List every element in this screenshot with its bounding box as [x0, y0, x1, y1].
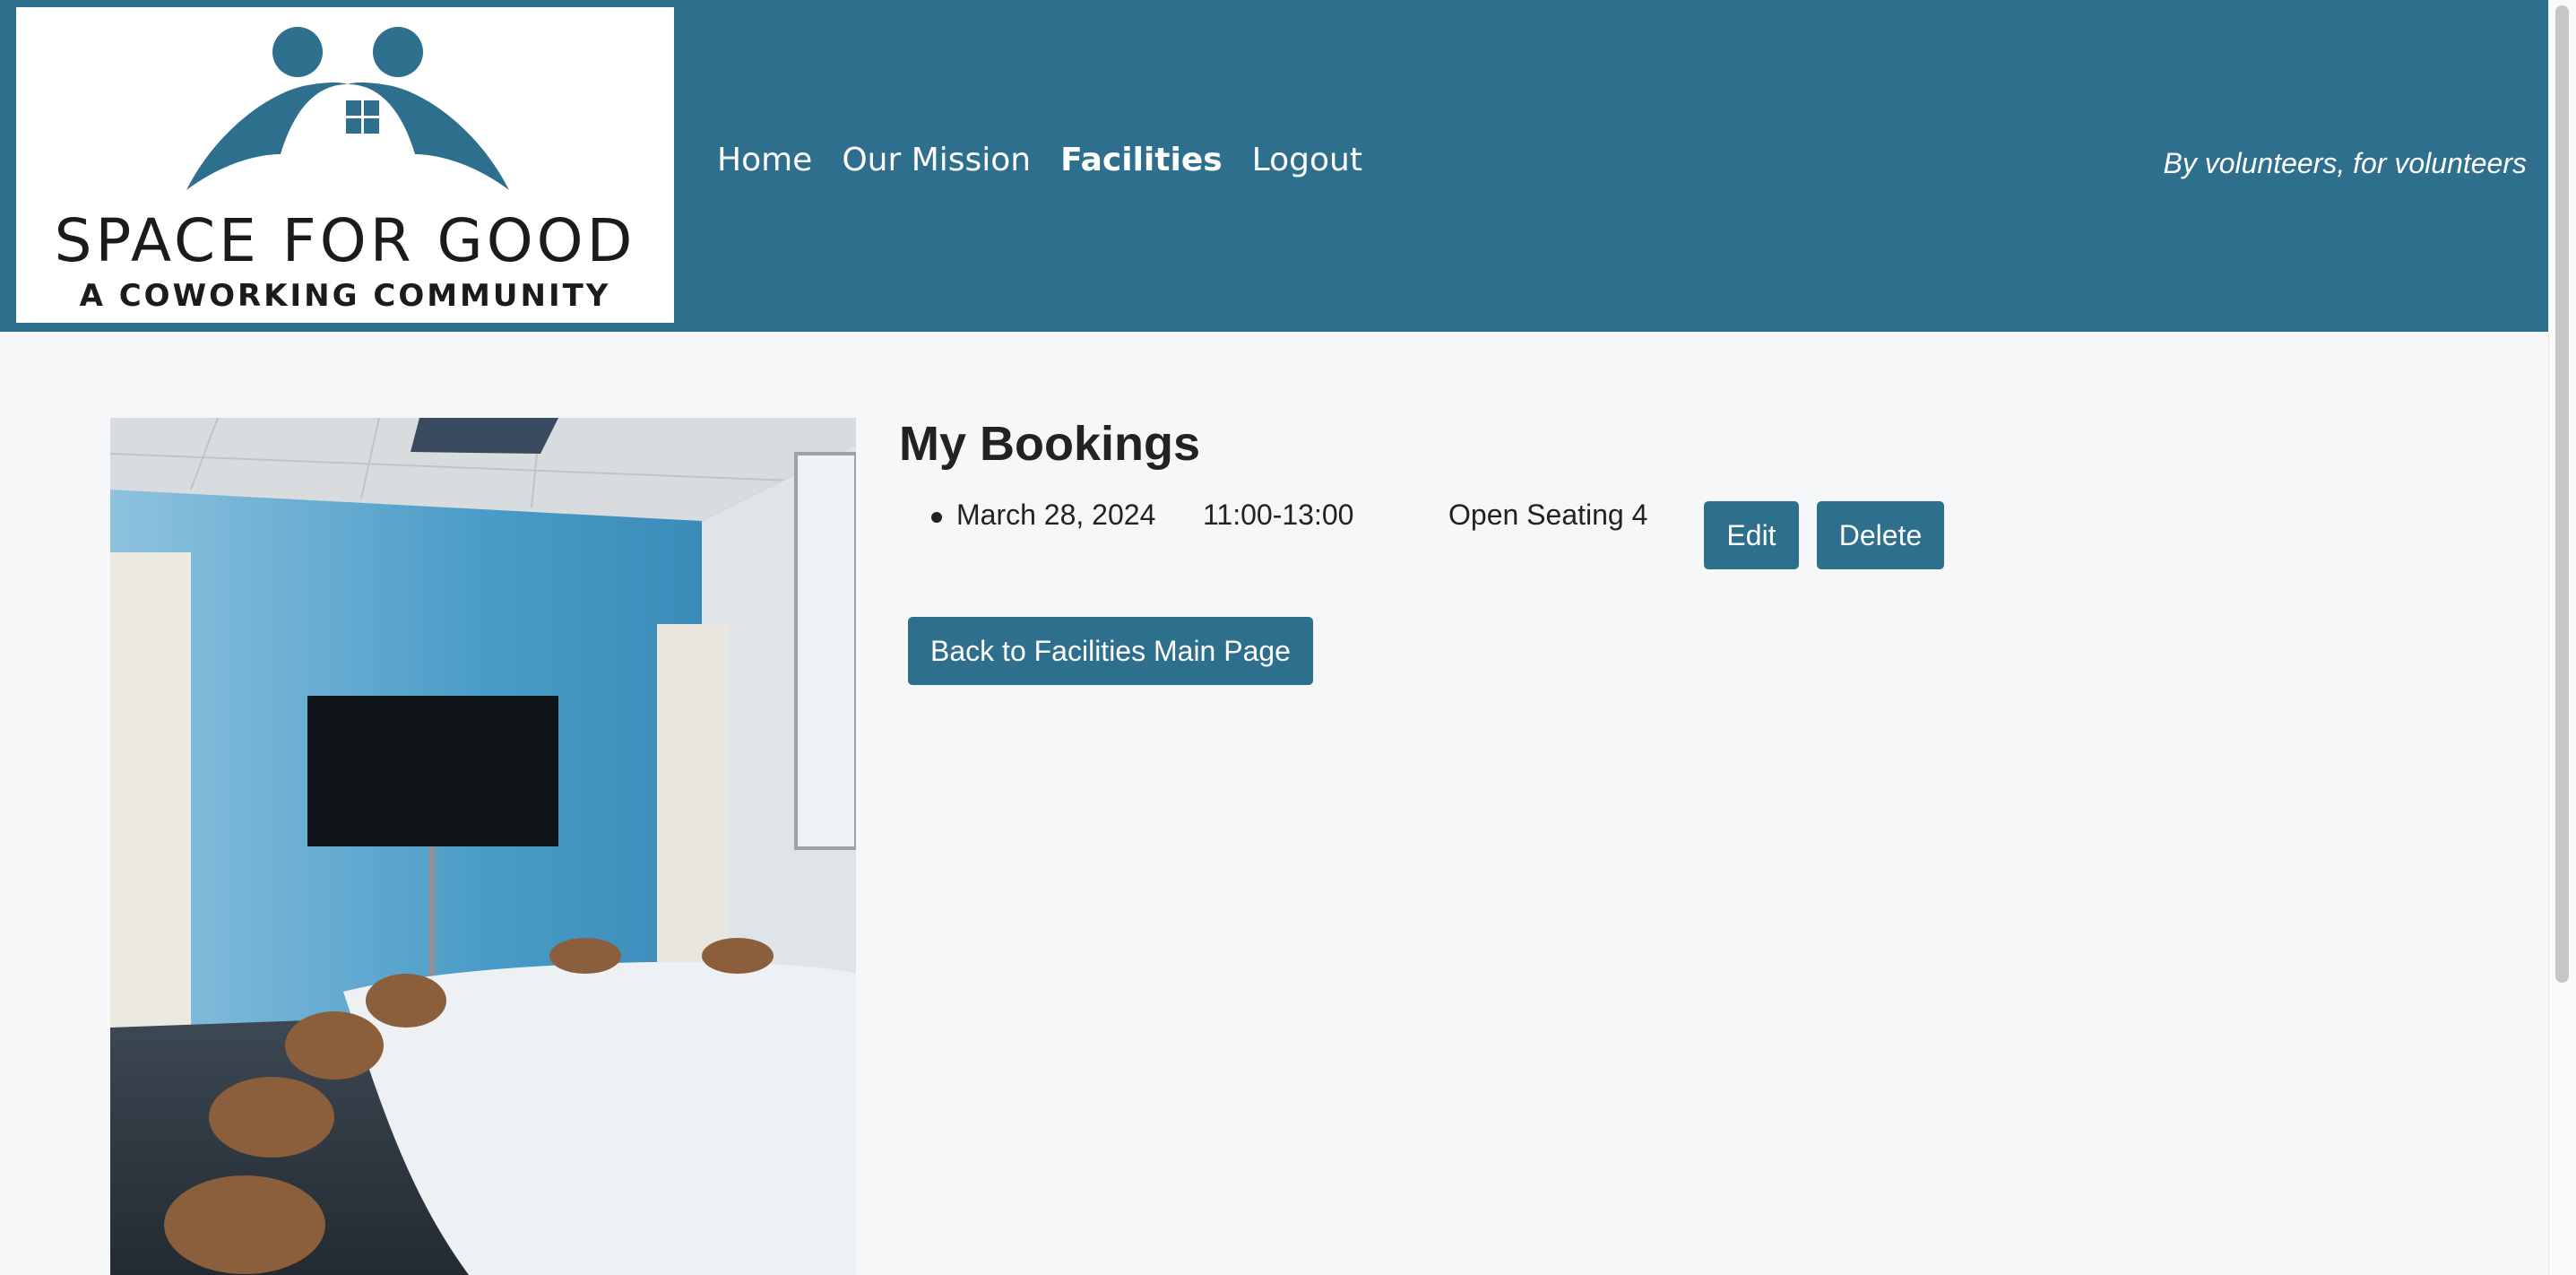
- logo[interactable]: SPACE FOR GOOD A COWORKING COMMUNITY: [16, 7, 674, 323]
- logo-title: SPACE FOR GOOD: [54, 206, 636, 275]
- nav-home[interactable]: Home: [717, 142, 812, 178]
- scrollbar-thumb[interactable]: [2555, 5, 2569, 983]
- edit-booking-button[interactable]: Edit: [1704, 501, 1799, 569]
- booking-date: March 28, 2024: [956, 499, 1156, 531]
- community-logo-icon: [186, 27, 509, 190]
- list-bullet: [931, 512, 942, 523]
- tagline: By volunteers, for volunteers: [2163, 147, 2527, 179]
- back-to-facilities-button[interactable]: Back to Facilities Main Page: [908, 617, 1313, 685]
- booking-list-item: March 28, 2024 11:00-13:00 Open Seating …: [926, 495, 2001, 569]
- page-title: My Bookings: [899, 417, 1201, 471]
- logo-subtitle: A COWORKING COMMUNITY: [79, 278, 611, 314]
- nav-logout[interactable]: Logout: [1252, 142, 1362, 178]
- delete-booking-button[interactable]: Delete: [1817, 501, 1944, 569]
- main-nav: Home Our Mission Facilities Logout: [717, 142, 1392, 178]
- nav-facilities[interactable]: Facilities: [1060, 142, 1223, 178]
- site-header: SPACE FOR GOOD A COWORKING COMMUNITY Hom…: [0, 0, 2548, 332]
- booking-time: 11:00-13:00: [1203, 499, 1354, 531]
- meeting-room-photo: [110, 418, 856, 1275]
- booking-space: Open Seating 4: [1448, 499, 1648, 531]
- nav-our-mission[interactable]: Our Mission: [842, 142, 1031, 178]
